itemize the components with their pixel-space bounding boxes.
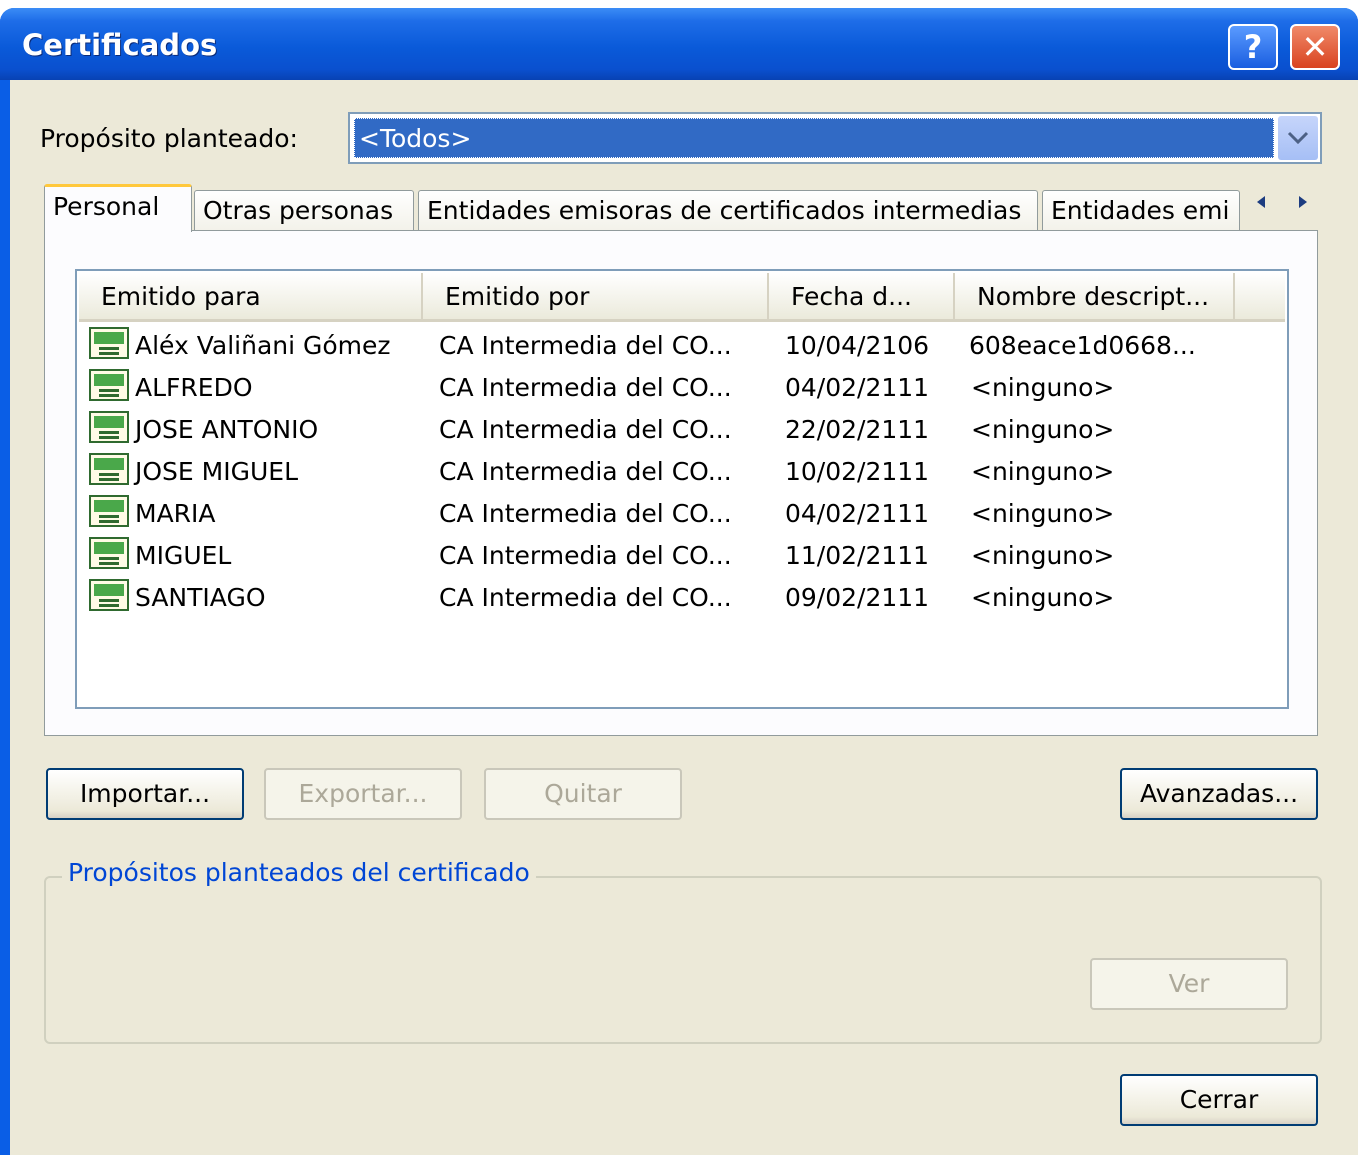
- certificate-icon: [89, 495, 129, 527]
- close-button[interactable]: ✕: [1290, 24, 1340, 70]
- group-title: Propósitos planteados del certificado: [62, 858, 536, 887]
- cell-emitido-para: MIGUEL: [135, 541, 232, 570]
- column-header-nombre[interactable]: Nombre descript...: [955, 273, 1235, 319]
- cell-fecha: 10/02/2111: [785, 457, 930, 486]
- dropdown-button[interactable]: [1278, 116, 1318, 160]
- tab-scroll-right-icon[interactable]: [1294, 192, 1312, 212]
- certificate-icon: [89, 411, 129, 443]
- cell-emitido-para: Aléx Valiñani Gómez: [135, 331, 391, 360]
- purpose-label: Propósito planteado:: [40, 124, 298, 153]
- certificate-purposes-group: Propósitos planteados del certificado Ve…: [44, 858, 1322, 1044]
- tab-scroll-left-icon[interactable]: [1252, 192, 1270, 212]
- cell-nombre: <ninguno>: [971, 499, 1115, 528]
- table-row[interactable]: JOSE MIGUEL CA Intermedia del CO... 10/0…: [77, 451, 1287, 493]
- tab-entidades-raiz[interactable]: Entidades emi: [1042, 190, 1240, 230]
- table-row[interactable]: MIGUEL CA Intermedia del CO... 11/02/211…: [77, 535, 1287, 577]
- tab-entidades-intermedias[interactable]: Entidades emisoras de certificados inter…: [418, 190, 1038, 230]
- table-row[interactable]: MARIA CA Intermedia del CO... 04/02/2111…: [77, 493, 1287, 535]
- certificate-icon: [89, 369, 129, 401]
- cerrar-button[interactable]: Cerrar: [1120, 1074, 1318, 1126]
- cell-fecha: 09/02/2111: [785, 583, 930, 612]
- certificate-icon: [89, 537, 129, 569]
- title-bar[interactable]: Certificados ? ✕: [0, 8, 1358, 80]
- table-row[interactable]: ALFREDO CA Intermedia del CO... 04/02/21…: [77, 367, 1287, 409]
- cell-fecha: 22/02/2111: [785, 415, 930, 444]
- column-header-emitido-para[interactable]: Emitido para: [79, 273, 423, 319]
- table-row[interactable]: Aléx Valiñani Gómez CA Intermedia del CO…: [77, 325, 1287, 367]
- certificate-icon: [89, 579, 129, 611]
- cell-emitido-para: JOSE MIGUEL: [135, 457, 299, 486]
- cell-emitido-para: SANTIAGO: [135, 583, 266, 612]
- cell-nombre: <ninguno>: [971, 415, 1115, 444]
- tab-scroll-buttons: [1240, 184, 1324, 220]
- tab-otras-personas[interactable]: Otras personas: [194, 190, 414, 230]
- window-title: Certificados: [22, 28, 218, 62]
- certificates-dialog: Certificados ? ✕ Propósito planteado: <T…: [0, 8, 1358, 1155]
- cell-emitido-por: CA Intermedia del CO...: [439, 499, 732, 528]
- cell-emitido-por: CA Intermedia del CO...: [439, 331, 732, 360]
- table-row[interactable]: SANTIAGO CA Intermedia del CO... 09/02/2…: [77, 577, 1287, 619]
- cell-emitido-para: MARIA: [135, 499, 216, 528]
- cell-emitido-por: CA Intermedia del CO...: [439, 583, 732, 612]
- chevron-down-icon: [1287, 131, 1309, 145]
- column-header-emitido-por[interactable]: Emitido por: [423, 273, 769, 319]
- cell-nombre: <ninguno>: [971, 541, 1115, 570]
- cell-fecha: 10/04/2106: [785, 331, 930, 360]
- dialog-client-area: Propósito planteado: <Todos> Personal Ot…: [10, 80, 1358, 1155]
- close-icon: ✕: [1301, 28, 1329, 66]
- certificate-icon: [89, 327, 129, 359]
- quitar-button[interactable]: Quitar: [484, 768, 682, 820]
- cell-nombre: <ninguno>: [971, 457, 1115, 486]
- help-icon: ?: [1243, 28, 1263, 66]
- cell-emitido-por: CA Intermedia del CO...: [439, 541, 732, 570]
- tab-strip: Personal Otras personas Entidades emisor…: [44, 184, 1324, 232]
- cell-nombre: <ninguno>: [971, 373, 1115, 402]
- ver-button[interactable]: Ver: [1090, 958, 1288, 1010]
- column-header-fecha[interactable]: Fecha d...: [769, 273, 955, 319]
- table-row[interactable]: JOSE ANTONIO CA Intermedia del CO... 22/…: [77, 409, 1287, 451]
- cell-nombre: 608eace1d0668...: [969, 331, 1196, 360]
- cell-emitido-para: JOSE ANTONIO: [135, 415, 319, 444]
- importar-button[interactable]: Importar...: [46, 768, 244, 820]
- help-button[interactable]: ?: [1228, 24, 1278, 70]
- cell-fecha: 04/02/2111: [785, 499, 930, 528]
- cell-emitido-para: ALFREDO: [135, 373, 253, 402]
- cell-emitido-por: CA Intermedia del CO...: [439, 415, 732, 444]
- certificate-list[interactable]: Emitido para Emitido por Fecha d... Nomb…: [75, 269, 1289, 709]
- cell-emitido-por: CA Intermedia del CO...: [439, 457, 732, 486]
- tab-personal[interactable]: Personal: [44, 184, 192, 232]
- purpose-dropdown[interactable]: <Todos>: [348, 112, 1322, 164]
- cell-fecha: 04/02/2111: [785, 373, 930, 402]
- list-header: Emitido para Emitido por Fecha d... Nomb…: [79, 273, 1285, 322]
- tab-panel-personal: Emitido para Emitido por Fecha d... Nomb…: [44, 230, 1318, 736]
- cell-emitido-por: CA Intermedia del CO...: [439, 373, 732, 402]
- exportar-button[interactable]: Exportar...: [264, 768, 462, 820]
- cell-fecha: 11/02/2111: [785, 541, 930, 570]
- avanzadas-button[interactable]: Avanzadas...: [1120, 768, 1318, 820]
- certificate-icon: [89, 453, 129, 485]
- cell-nombre: <ninguno>: [971, 583, 1115, 612]
- purpose-selected-value: <Todos>: [354, 118, 1274, 158]
